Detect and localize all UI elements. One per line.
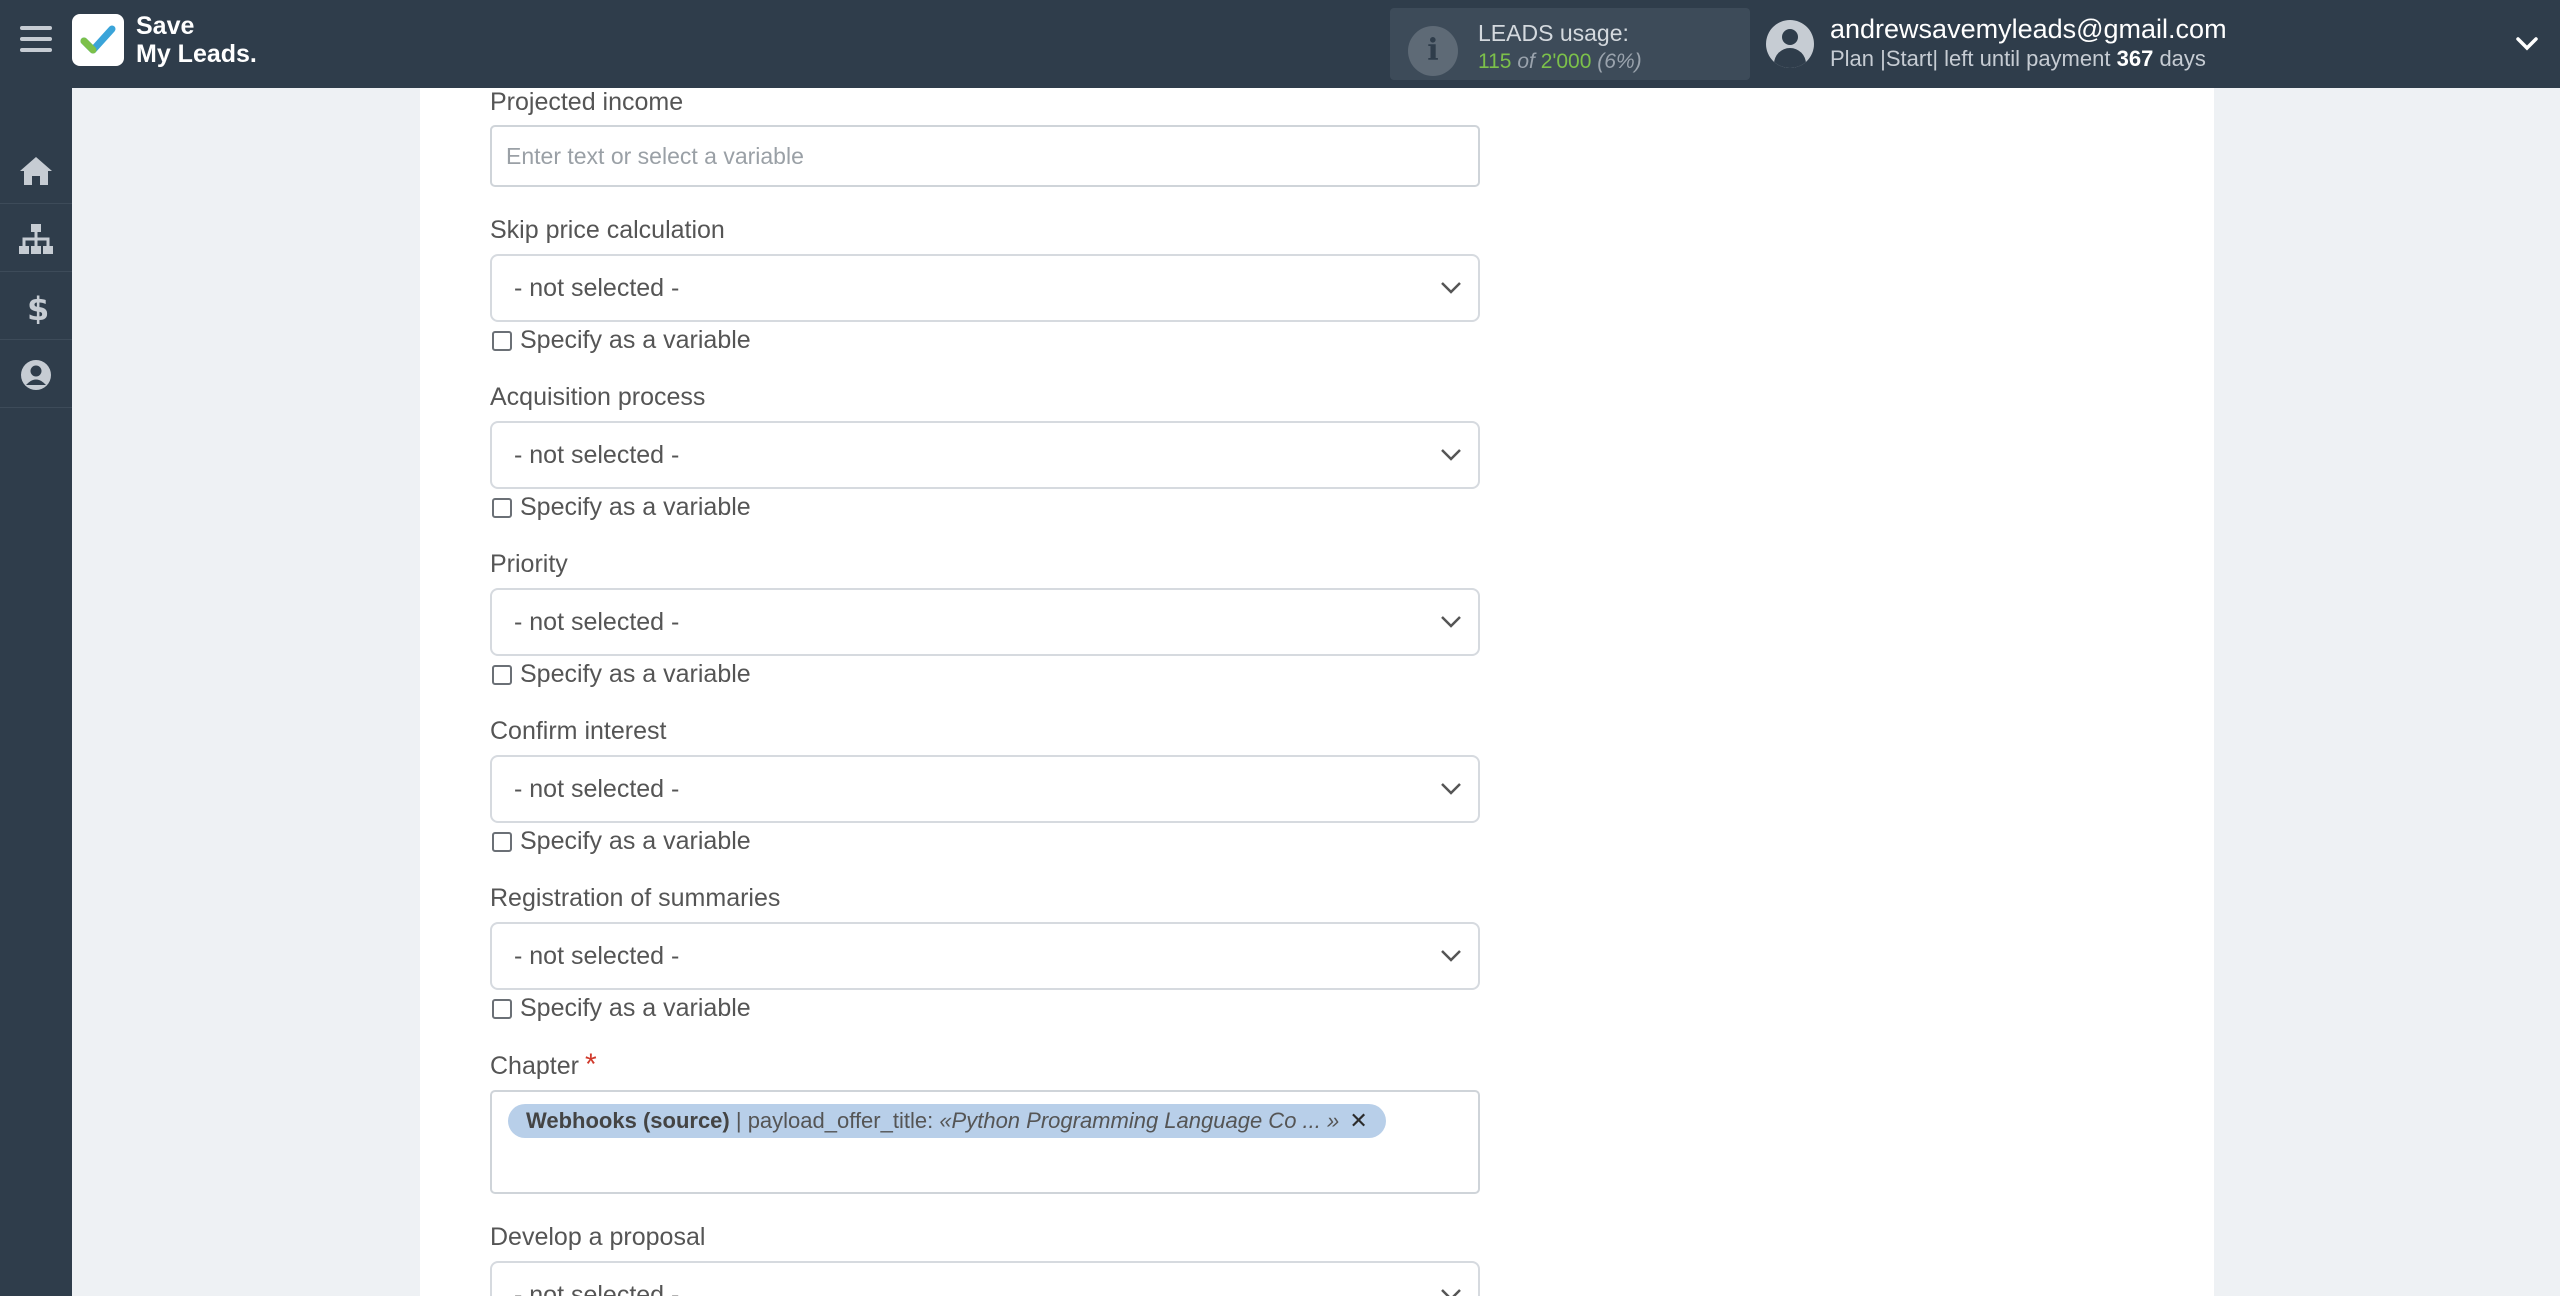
registration-select[interactable]: - not selected - — [490, 922, 1480, 990]
sidebar-item-billing[interactable]: $ — [0, 272, 72, 340]
field-label-skip-price: Skip price calculation — [490, 216, 725, 244]
field-label-develop-proposal: Develop a proposal — [490, 1223, 706, 1251]
account-email[interactable]: andrewsavemyleads@gmail.com — [1830, 14, 2227, 45]
chevron-down-icon — [1441, 783, 1461, 795]
checkbox[interactable] — [492, 498, 512, 518]
chevron-down-icon — [1441, 282, 1461, 294]
main-content: Projected income Enter text or select a … — [420, 88, 2214, 1296]
chevron-down-icon[interactable] — [2514, 30, 2540, 56]
menu-icon[interactable] — [20, 26, 52, 56]
avatar[interactable] — [1766, 20, 1814, 68]
dollar-icon: $ — [27, 290, 49, 324]
logo-icon[interactable] — [72, 14, 124, 66]
home-icon — [20, 157, 52, 185]
projected-income-input[interactable]: Enter text or select a variable — [490, 125, 1480, 187]
checkbox[interactable] — [492, 665, 512, 685]
field-label-registration: Registration of summaries — [490, 884, 781, 912]
field-label-confirm-interest: Confirm interest — [490, 717, 667, 745]
required-mark: * — [584, 1048, 597, 1081]
chevron-down-icon — [1441, 1289, 1461, 1296]
confirm-interest-select[interactable]: - not selected - — [490, 755, 1480, 823]
chevron-down-icon — [1441, 950, 1461, 962]
skip-price-select[interactable]: - not selected - — [490, 254, 1480, 322]
chapter-input[interactable]: Webhooks (source) | payload_offer_title:… — [490, 1090, 1480, 1194]
plan-info: Plan |Start| left until payment 367 days — [1830, 46, 2206, 71]
acquisition-select[interactable]: - not selected - — [490, 421, 1480, 489]
priority-variable-checkbox[interactable]: Specify as a variable — [490, 659, 751, 689]
info-icon: i — [1408, 26, 1458, 76]
checkbox[interactable] — [492, 832, 512, 852]
field-label-chapter: Chapter * — [490, 1048, 597, 1081]
leads-usage-panel: i LEADS usage: 115 of 2'000 (6%) — [1390, 8, 1750, 80]
chevron-down-icon — [1441, 616, 1461, 628]
sidebar: $ — [0, 88, 72, 1296]
checkbox[interactable] — [492, 999, 512, 1019]
chevron-down-icon — [1441, 449, 1461, 461]
checkbox[interactable] — [492, 331, 512, 351]
sidebar-item-connections[interactable] — [0, 204, 72, 272]
sidebar-item-account[interactable] — [0, 340, 72, 408]
top-bar: Save My Leads. i LEADS usage: 115 of 2'0… — [0, 0, 2560, 88]
develop-proposal-select[interactable]: - not selected - — [490, 1261, 1480, 1296]
user-circle-icon — [21, 360, 51, 390]
usage-title: LEADS usage: — [1478, 20, 1629, 46]
field-label-priority: Priority — [490, 550, 568, 578]
acquisition-variable-checkbox[interactable]: Specify as a variable — [490, 492, 751, 522]
remove-tag-icon[interactable]: ✕ — [1349, 1108, 1367, 1133]
svg-text:$: $ — [27, 290, 49, 324]
usage-value: 115 of 2'000 (6%) — [1478, 50, 1642, 73]
skip-price-variable-checkbox[interactable]: Specify as a variable — [490, 325, 751, 355]
sidebar-item-home[interactable] — [0, 136, 72, 204]
priority-select[interactable]: - not selected - — [490, 588, 1480, 656]
confirm-interest-variable-checkbox[interactable]: Specify as a variable — [490, 826, 751, 856]
field-label-acquisition: Acquisition process — [490, 383, 706, 411]
brand-name: Save My Leads. — [136, 12, 257, 68]
sitemap-icon — [19, 224, 53, 254]
field-label-projected-income: Projected income — [490, 88, 684, 116]
variable-tag[interactable]: Webhooks (source) | payload_offer_title:… — [508, 1104, 1386, 1138]
registration-variable-checkbox[interactable]: Specify as a variable — [490, 993, 751, 1023]
